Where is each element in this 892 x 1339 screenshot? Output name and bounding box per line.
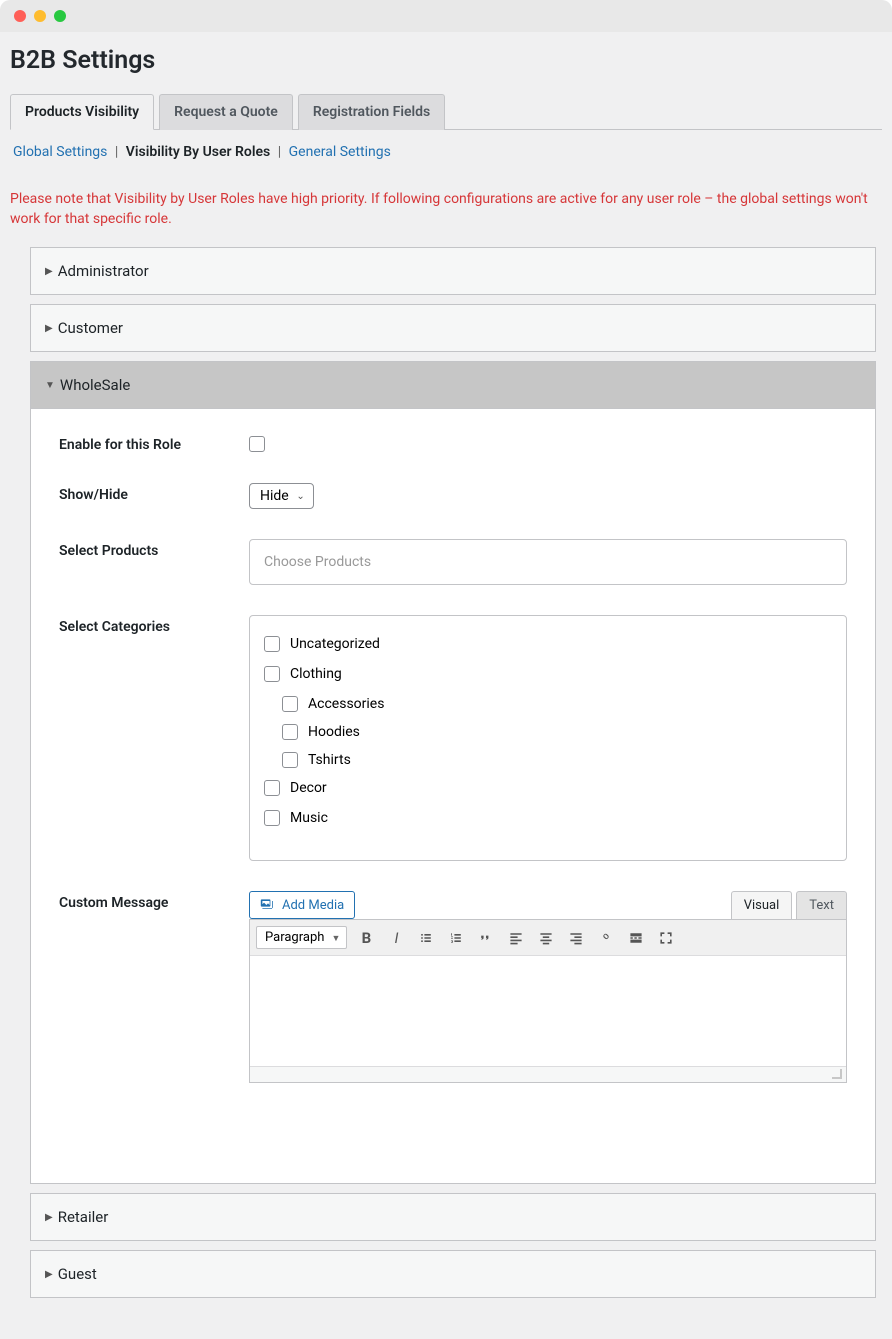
separator: | [278,144,281,160]
priority-notice: Please note that Visibility by User Role… [10,190,882,229]
category-label: Music [290,810,328,826]
triangle-down-icon: ▼ [332,933,341,944]
editor-tab-visual[interactable]: Visual [731,891,793,919]
fullscreen-icon[interactable] [657,929,675,947]
page-title: B2B Settings [10,32,882,93]
tab-products-visibility[interactable]: Products Visibility [10,94,154,130]
chevron-down-icon: ⌄ [296,491,304,502]
link-icon[interactable] [597,929,615,947]
blockquote-icon[interactable] [477,929,495,947]
category-checkbox-music[interactable] [264,810,280,826]
add-media-label: Add Media [282,898,344,913]
media-icon [260,897,276,913]
maximize-window-icon[interactable] [54,10,66,22]
triangle-right-icon: ▶ [45,1269,53,1280]
select-value: Hide [260,488,289,504]
roles-accordion: ▶ Administrator ▶ Customer ▼ WholeSale E… [30,247,876,1298]
editor-content-area[interactable] [250,956,846,1066]
paragraph-value: Paragraph [265,930,324,945]
align-center-icon[interactable] [537,929,555,947]
italic-icon[interactable]: I [387,929,405,947]
show-hide-label: Show/Hide [59,483,249,509]
role-label: Administrator [58,262,149,280]
enable-role-checkbox[interactable] [249,436,265,452]
numbered-list-icon[interactable] [447,929,465,947]
rich-text-editor: Paragraph ▼ B I [249,919,847,1083]
wholesale-panel: Enable for this Role Show/Hide Hide ⌄ Se… [30,408,876,1184]
paragraph-format-select[interactable]: Paragraph ▼ [256,926,347,949]
category-label: Tshirts [308,752,351,768]
accordion-customer[interactable]: ▶ Customer [30,304,876,352]
category-item: Uncategorized [264,636,832,652]
category-item: Accessories [282,696,832,712]
category-checkbox-clothing[interactable] [264,666,280,682]
content-area: B2B Settings Products Visibility Request… [0,32,892,1339]
bold-icon[interactable]: B [357,929,375,947]
select-products-label: Select Products [59,539,249,585]
subnav-general-settings[interactable]: General Settings [289,144,391,160]
role-label: Retailer [58,1208,109,1226]
accordion-guest[interactable]: ▶ Guest [30,1250,876,1298]
show-hide-select[interactable]: Hide ⌄ [249,483,314,509]
bullet-list-icon[interactable] [417,929,435,947]
role-label: WholeSale [60,376,130,394]
category-label: Hoodies [308,724,360,740]
read-more-icon[interactable] [627,929,645,947]
category-item: Tshirts [282,752,832,768]
add-media-button[interactable]: Add Media [249,891,355,919]
accordion-wholesale[interactable]: ▼ WholeSale [30,361,876,408]
close-window-icon[interactable] [14,10,26,22]
editor-toolbar: Paragraph ▼ B I [250,920,846,956]
role-label: Customer [58,319,123,337]
tab-registration-fields[interactable]: Registration Fields [298,94,445,130]
triangle-right-icon: ▶ [45,323,53,334]
accordion-administrator[interactable]: ▶ Administrator [30,247,876,295]
subnav-global-settings[interactable]: Global Settings [13,144,107,160]
category-label: Clothing [290,666,342,682]
categories-box: Uncategorized Clothing Accessories [249,615,847,861]
custom-message-label: Custom Message [59,891,249,1083]
editor-tab-text[interactable]: Text [796,891,847,919]
category-checkbox-tshirts[interactable] [282,752,298,768]
category-label: Uncategorized [290,636,380,652]
category-item: Music [264,810,832,826]
triangle-right-icon: ▶ [45,1212,53,1223]
category-label: Decor [290,780,327,796]
category-item: Hoodies [282,724,832,740]
accordion-retailer[interactable]: ▶ Retailer [30,1193,876,1241]
category-checkbox-hoodies[interactable] [282,724,298,740]
category-checkbox-decor[interactable] [264,780,280,796]
triangle-right-icon: ▶ [45,266,53,277]
separator: | [115,144,118,160]
role-label: Guest [58,1265,97,1283]
category-checkbox-uncategorized[interactable] [264,636,280,652]
align-left-icon[interactable] [507,929,525,947]
enable-role-label: Enable for this Role [59,433,249,453]
select-products-input[interactable]: Choose Products [249,539,847,585]
minimize-window-icon[interactable] [34,10,46,22]
tab-request-quote[interactable]: Request a Quote [159,94,293,130]
editor-resize-handle[interactable] [250,1066,846,1082]
align-right-icon[interactable] [567,929,585,947]
window-chrome [0,0,892,32]
category-item: Decor [264,780,832,796]
triangle-down-icon: ▼ [45,380,55,391]
category-label: Accessories [308,696,384,712]
category-checkbox-accessories[interactable] [282,696,298,712]
category-item: Clothing [264,666,832,682]
subnav-visibility-by-roles[interactable]: Visibility By User Roles [126,144,270,160]
sub-nav: Global Settings | Visibility By User Rol… [10,144,882,160]
tabs-nav: Products Visibility Request a Quote Regi… [10,93,882,130]
select-categories-label: Select Categories [59,615,249,861]
